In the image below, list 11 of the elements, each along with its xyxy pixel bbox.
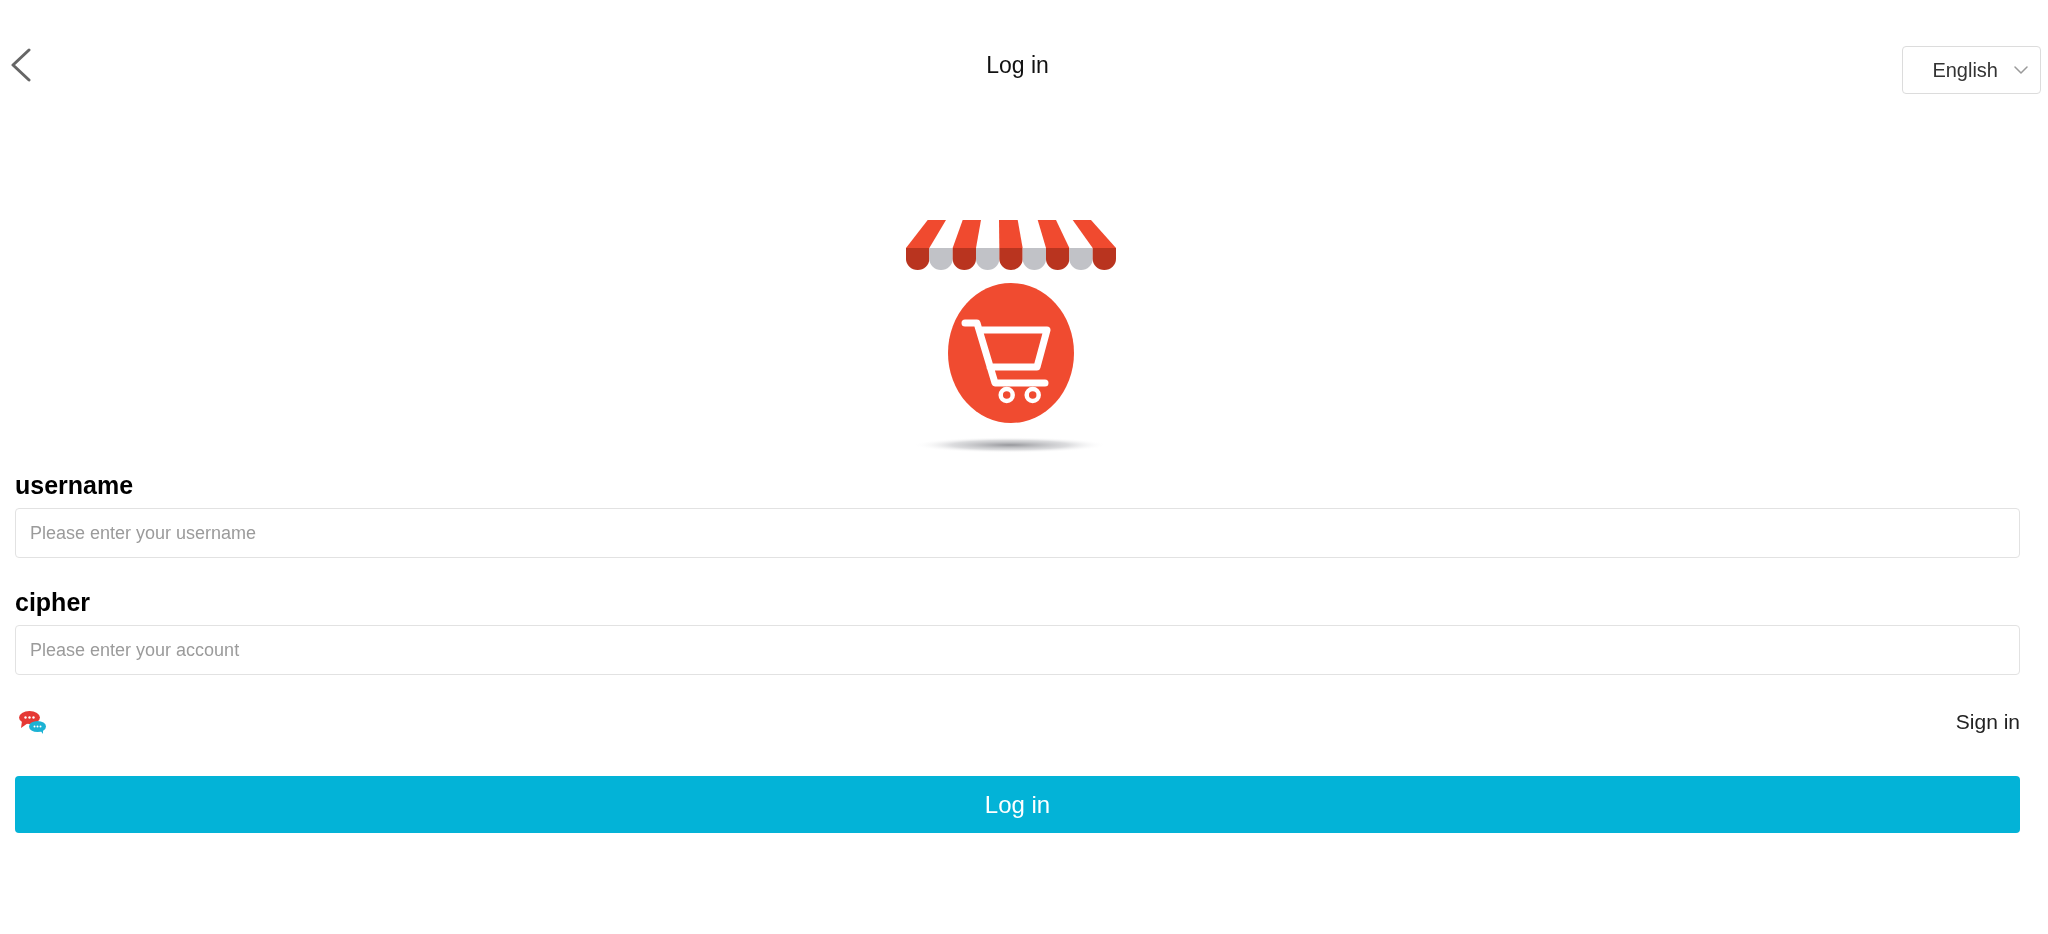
- language-select[interactable]: English: [1902, 46, 2041, 94]
- field-label: username: [15, 470, 134, 500]
- sign-in-link[interactable]: Sign in: [1955, 710, 2020, 734]
- input-field[interactable]: Please enter your username: [15, 508, 2020, 558]
- back-button[interactable]: [10, 48, 32, 82]
- field-label: cipher: [15, 587, 91, 617]
- chevron-down-icon: [2014, 66, 2028, 74]
- chat-bubbles-icon[interactable]: [19, 710, 46, 734]
- page-title: Log in: [986, 51, 1049, 79]
- chevron-left-icon: [10, 48, 32, 82]
- input-field[interactable]: Please enter your account: [15, 625, 2020, 675]
